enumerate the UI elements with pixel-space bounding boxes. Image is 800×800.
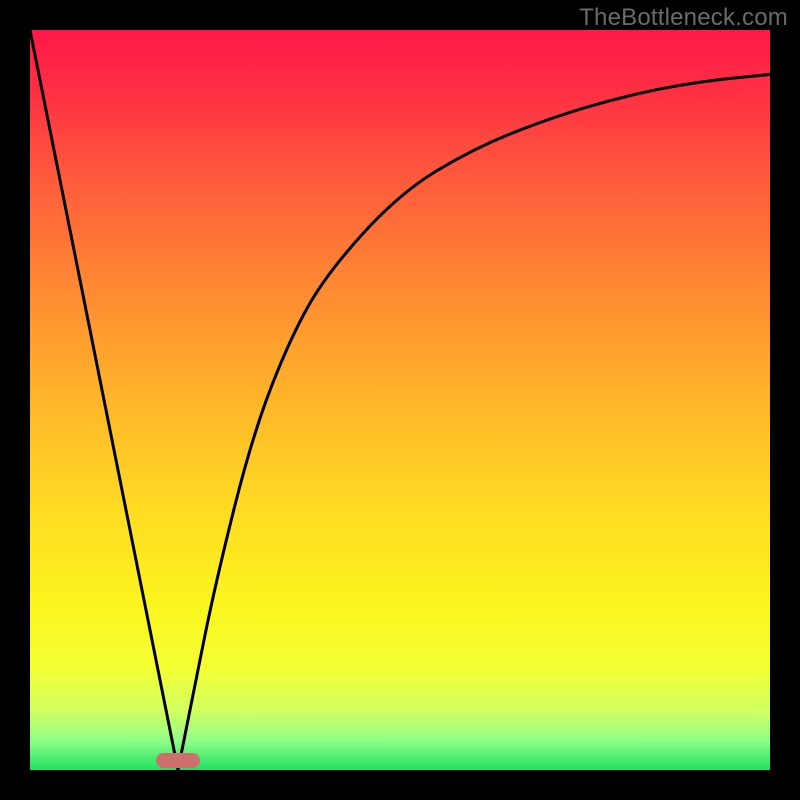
watermark-text: TheBottleneck.com bbox=[579, 4, 788, 32]
curve-svg bbox=[30, 30, 770, 770]
bottleneck-curve-left bbox=[30, 30, 178, 770]
optimal-range-marker bbox=[156, 753, 200, 768]
bottleneck-curve-right bbox=[178, 74, 770, 770]
plot-area bbox=[30, 30, 770, 770]
chart-frame: TheBottleneck.com bbox=[0, 0, 800, 800]
